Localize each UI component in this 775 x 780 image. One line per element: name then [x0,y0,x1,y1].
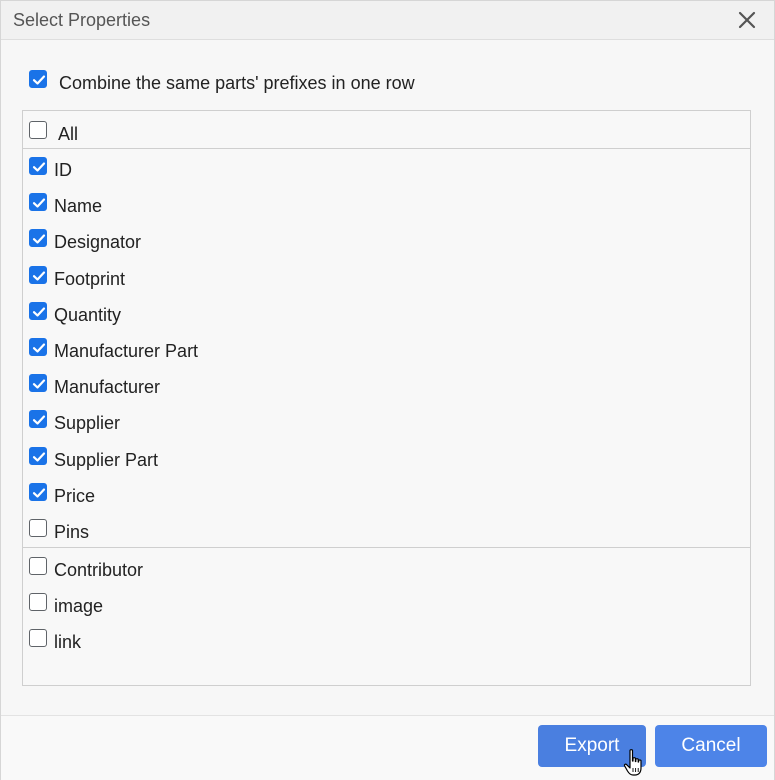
close-icon [738,11,756,29]
supplier-checkbox[interactable] [29,410,47,429]
checkmark-icon [32,415,46,425]
link-checkbox[interactable] [29,629,47,647]
id-checkbox[interactable] [29,157,47,175]
name-checkbox[interactable] [29,193,47,212]
supplier-part-checkbox[interactable] [29,446,47,465]
price-label: Price [54,485,96,506]
property-option-name[interactable]: Name [23,185,750,221]
supplier-part-label: Supplier Part [54,449,159,470]
id-label: ID [54,160,72,180]
cancel-button[interactable]: Cancel [655,725,767,767]
quantity-checkbox[interactable] [29,301,47,320]
checkmark-icon [32,343,46,353]
name-label: Name [54,196,103,217]
dialog-titlebar: Select Properties [1,1,774,40]
checkmark-icon [32,379,46,389]
checkmark-icon [32,488,46,498]
manufacturer-label: Manufacturer [54,377,161,398]
property-option-supplier[interactable]: Supplier [23,402,750,438]
manufacturer-part-label: Manufacturer Part [54,341,199,361]
quantity-label: Quantity [54,304,122,325]
export-button[interactable]: Export [538,725,646,767]
property-option-image[interactable]: image [23,585,750,621]
image-label: image [54,596,104,616]
property-option-id[interactable]: ID [23,149,750,185]
property-option-price[interactable]: Price [23,475,750,511]
all-option[interactable]: All [23,114,750,150]
checkmark-icon [32,75,46,85]
select-properties-dialog: Select Properties Combine the same parts… [0,0,775,780]
contributor-checkbox[interactable] [29,557,47,575]
footprint-label: Footprint [54,268,126,289]
property-option-manufacturer[interactable]: Manufacturer [23,366,750,402]
close-button[interactable] [734,7,760,33]
property-option-pins[interactable]: Pins [23,511,750,547]
link-label: link [54,632,82,652]
price-checkbox[interactable] [29,482,47,501]
dialog-footer: Export Cancel [1,715,774,780]
image-checkbox[interactable] [29,593,47,611]
checkmark-icon [32,234,46,244]
property-option-designator[interactable]: Designator [23,221,750,257]
property-option-footprint[interactable]: Footprint [23,258,750,294]
manufacturer-checkbox[interactable] [29,374,47,393]
combine-prefixes-checkbox[interactable] [29,70,47,88]
pins-label: Pins [54,522,90,542]
checkmark-icon [32,307,46,317]
all-label: All [58,124,79,144]
designator-checkbox[interactable] [29,229,47,248]
designator-label: Designator [54,232,142,253]
checkmark-icon [32,270,46,281]
supplier-label: Supplier [54,413,121,434]
property-option-contributor[interactable]: Contributor [23,549,750,585]
property-option-manufacturer-part[interactable]: Manufacturer Part [23,330,750,366]
properties-list: All ID Name Designator Footprint Quantity Man… [22,110,751,686]
checkmark-icon [32,198,46,208]
contributor-label: Contributor [54,560,144,580]
checkmark-icon [32,451,46,462]
dialog-title: Select Properties [13,10,151,30]
all-checkbox[interactable] [29,121,47,139]
checkmark-icon [32,162,46,172]
list-divider [23,547,750,548]
footprint-checkbox[interactable] [29,265,47,284]
property-option-quantity[interactable]: Quantity [23,294,750,330]
property-option-supplier-part[interactable]: Supplier Part [23,439,750,475]
combine-prefixes-label: Combine the same parts' prefixes in one … [59,73,415,93]
property-option-link[interactable]: link [23,621,750,657]
pins-checkbox[interactable] [29,519,47,537]
manufacturer-part-checkbox[interactable] [29,338,47,356]
